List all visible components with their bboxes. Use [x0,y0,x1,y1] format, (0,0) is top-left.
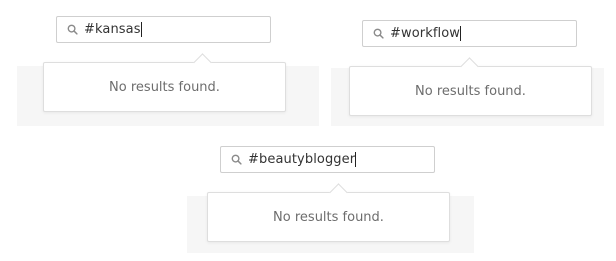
search-icon [372,28,384,40]
results-dropdown: No results found. [43,53,286,112]
dropdown-arrow [460,57,479,76]
text-cursor [140,22,142,37]
no-results-message: No results found. [109,79,220,95]
search-query: #workflow [390,26,461,41]
search-icon [66,24,78,36]
results-dropdown: No results found. [349,57,592,116]
search-input[interactable]: #beautyblogger [220,146,435,173]
search-icon [230,154,242,166]
dropdown-arrow [329,183,348,202]
no-results-message: No results found. [415,83,526,99]
text-cursor [355,152,357,167]
no-results-message: No results found. [273,209,384,225]
hashtag-search-examples: #kansas No results found. #workflow No r… [0,0,616,261]
dropdown-arrow [193,53,212,72]
search-input[interactable]: #workflow [362,20,577,47]
search-input[interactable]: #kansas [56,16,271,43]
search-query: #kansas [84,22,141,37]
results-dropdown: No results found. [207,183,450,242]
search-query: #beautyblogger [248,152,356,167]
text-cursor [460,26,462,41]
